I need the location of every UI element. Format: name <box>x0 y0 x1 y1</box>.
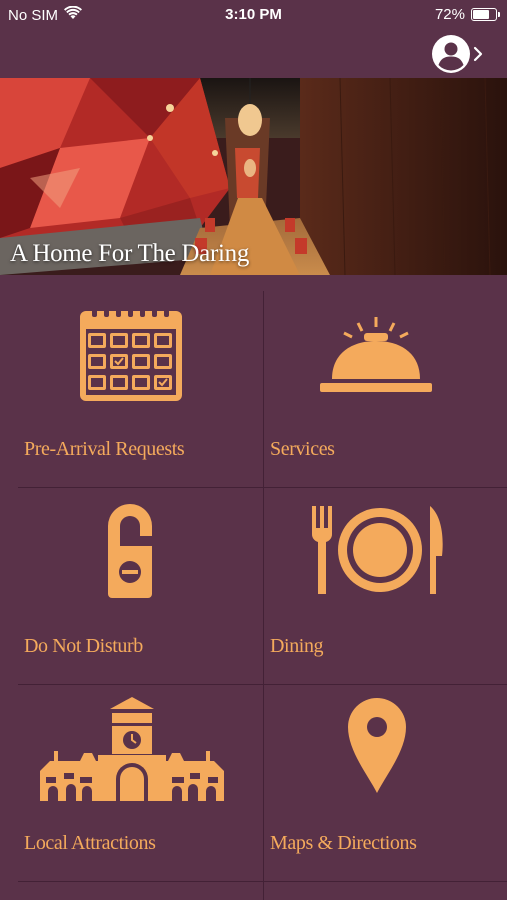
tile-do-not-disturb[interactable]: Do Not Disturb <box>18 488 264 685</box>
tile-label: Local Attractions <box>24 832 156 854</box>
service-bell-icon <box>318 315 434 400</box>
tile-label: Dining <box>270 635 324 657</box>
tile-local-attractions[interactable]: Local Attractions <box>18 685 264 882</box>
tile-partial <box>264 882 507 900</box>
status-right: 72% <box>434 6 500 23</box>
tile-label: Services <box>270 438 335 460</box>
tile-dining[interactable]: Dining <box>264 488 507 685</box>
battery-fill <box>473 10 489 19</box>
building-clock-tower-icon <box>40 695 224 808</box>
status-time: 3:10 PM <box>225 6 282 23</box>
tile-partial <box>18 882 264 900</box>
map-pin-icon <box>346 695 408 800</box>
status-bar: No SIM 3:10 PM 72% <box>0 0 507 30</box>
profile-button[interactable] <box>431 34 485 79</box>
tile-label: Maps & Directions <box>270 832 417 854</box>
chevron-right-icon <box>471 45 485 68</box>
tile-label: Pre-Arrival Requests <box>24 438 185 460</box>
tile-maps-directions[interactable]: Maps & Directions <box>264 685 507 882</box>
tile-pre-arrival-requests[interactable]: Pre-Arrival Requests <box>18 291 264 488</box>
battery-percent: 72% <box>434 6 465 23</box>
door-hanger-icon <box>102 502 158 603</box>
calendar-icon <box>78 305 184 408</box>
user-circle-icon <box>431 34 471 79</box>
tile-services[interactable]: Services <box>264 291 507 488</box>
hero-title: A Home For The Daring <box>10 240 250 267</box>
fork-plate-knife-icon <box>308 504 448 601</box>
tile-label: Do Not Disturb <box>24 635 143 657</box>
battery-icon <box>471 8 500 21</box>
feature-grid: Pre-Arrival Requests Services Do Not Dis… <box>0 275 507 900</box>
header-bar <box>0 30 507 78</box>
battery-tip <box>498 12 500 17</box>
